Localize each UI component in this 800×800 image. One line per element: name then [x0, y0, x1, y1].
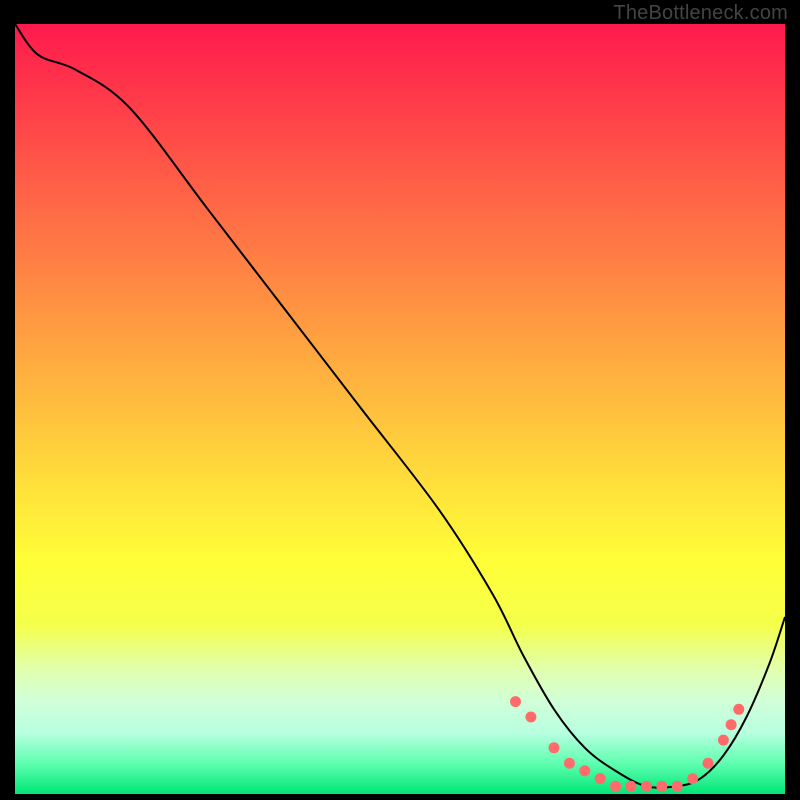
chart-container: TheBottleneck.com: [0, 0, 800, 800]
marker-dot: [564, 758, 575, 769]
marker-dot: [726, 719, 737, 730]
marker-dot: [641, 781, 652, 792]
marker-dot: [579, 765, 590, 776]
watermark-text: TheBottleneck.com: [613, 2, 788, 25]
chart-svg: [15, 24, 785, 794]
marker-dot: [610, 781, 621, 792]
marker-dot: [626, 781, 637, 792]
marker-dot: [672, 781, 683, 792]
plot-area: [15, 24, 785, 794]
bottleneck-curve-path: [15, 24, 785, 788]
marker-dot: [656, 781, 667, 792]
marker-dot: [687, 773, 698, 784]
marker-dot: [595, 773, 606, 784]
marker-dot: [733, 704, 744, 715]
marker-dot: [703, 758, 714, 769]
marker-dot: [510, 696, 521, 707]
marker-dot: [718, 735, 729, 746]
marker-dot: [549, 742, 560, 753]
marker-dot: [525, 712, 536, 723]
